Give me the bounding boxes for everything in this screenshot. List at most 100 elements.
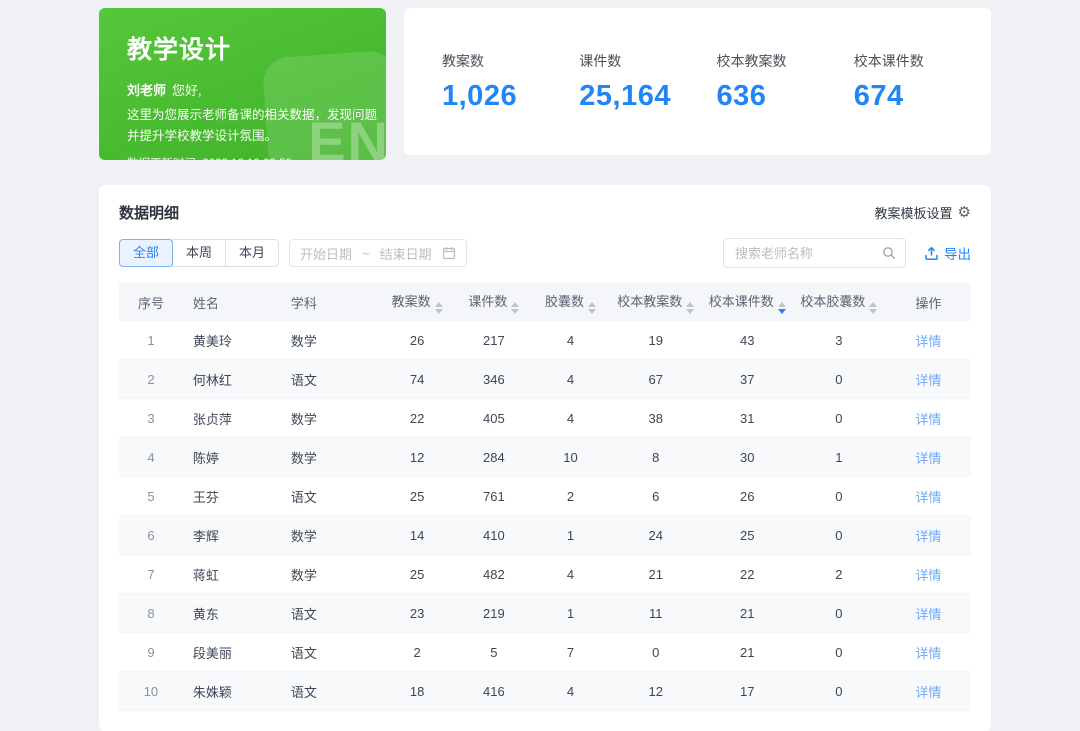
table-cell: 284 [456,438,533,477]
table-cell: 26 [379,321,456,360]
table-cell: 21 [703,633,792,672]
column-header: 姓名 [183,283,281,321]
detail-link[interactable]: 详情 [915,451,941,466]
template-settings-label: 教案模板设置 [875,203,953,222]
export-button[interactable]: 导出 [924,243,971,263]
table-cell: 5 [119,477,183,516]
table-cell: 761 [456,477,533,516]
time-filter-group: 全部 本周 本月 [119,239,279,267]
table-cell: 8 [609,438,703,477]
table-cell: 0 [792,360,886,399]
stat-label: 教案数 [442,51,579,71]
column-header[interactable]: 校本课件数 [703,283,792,321]
column-header[interactable]: 课件数 [456,283,533,321]
column-header[interactable]: 教案数 [379,283,456,321]
detail-link[interactable]: 详情 [915,373,941,388]
detail-link[interactable]: 详情 [915,646,941,661]
table-cell: 416 [456,672,533,711]
table-cell: 24 [609,516,703,555]
table-cell: 何林红 [183,360,281,399]
start-date-placeholder: 开始日期 [300,244,352,263]
table-cell: 0 [792,594,886,633]
table-cell: 数学 [281,516,379,555]
column-header[interactable]: 校本教案数 [609,283,703,321]
date-separator: ~ [362,246,370,261]
filter-tab-week[interactable]: 本周 [172,239,226,267]
stat-value: 25,164 [579,80,716,113]
action-cell: 详情 [886,438,971,477]
greeting-name: 刘老师 [127,83,166,98]
table-cell: 2 [119,360,183,399]
table-row: 7蒋虹数学25482421222详情 [119,555,971,594]
table-cell: 0 [792,477,886,516]
panel-header: 数据明细 教案模板设置 ⚙ [119,202,971,223]
action-cell: 详情 [886,672,971,711]
table-row: 4陈婷数学12284108301详情 [119,438,971,477]
table-cell: 18 [379,672,456,711]
table-cell: 30 [703,438,792,477]
filter-tab-month[interactable]: 本月 [225,239,279,267]
table-cell: 0 [609,633,703,672]
table-cell: 朱姝颖 [183,672,281,711]
table-header-row: 序号姓名学科教案数课件数胶囊数校本教案数校本课件数校本胶囊数操作 [119,283,971,321]
table-row: 8黄东语文23219111210详情 [119,594,971,633]
table-cell: 25 [703,516,792,555]
table-cell: 67 [609,360,703,399]
template-settings-button[interactable]: 教案模板设置 ⚙ [875,203,971,222]
table-cell: 语文 [281,360,379,399]
table-cell: 数学 [281,321,379,360]
table-row: 10朱姝颖语文18416412170详情 [119,672,971,711]
table-cell: 1 [792,438,886,477]
column-header[interactable]: 胶囊数 [532,283,609,321]
table-cell: 22 [703,555,792,594]
export-icon [924,246,939,261]
sort-icon [435,302,443,314]
table-cell: 21 [703,594,792,633]
table-cell: 黄美玲 [183,321,281,360]
table-cell: 17 [703,672,792,711]
table-cell: 1 [119,321,183,360]
detail-link[interactable]: 详情 [915,412,941,427]
data-updated-time: 数据更新时间: 2023.12.19 23:59 [127,155,364,160]
date-range-picker[interactable]: 开始日期 ~ 结束日期 [289,239,467,267]
table-cell: 10 [119,672,183,711]
table-cell: 74 [379,360,456,399]
table-cell: 43 [703,321,792,360]
table-cell: 0 [792,516,886,555]
table-cell: 陈婷 [183,438,281,477]
teacher-data-table: 序号姓名学科教案数课件数胶囊数校本教案数校本课件数校本胶囊数操作 1黄美玲数学2… [119,283,971,711]
filter-tab-all[interactable]: 全部 [119,239,173,267]
column-header[interactable]: 校本胶囊数 [792,283,886,321]
detail-link[interactable]: 详情 [915,568,941,583]
detail-link[interactable]: 详情 [915,607,941,622]
table-cell: 482 [456,555,533,594]
table-cell: 19 [609,321,703,360]
table-cell: 蒋虹 [183,555,281,594]
table-body: 1黄美玲数学26217419433详情2何林红语文74346467370详情3张… [119,321,971,711]
column-header: 操作 [886,283,971,321]
table-cell: 2 [792,555,886,594]
stat-value: 674 [854,80,991,113]
table-cell: 4 [532,321,609,360]
stat-lesson-plans: 教案数 1,026 [442,51,579,113]
table-cell: 4 [119,438,183,477]
table-cell: 38 [609,399,703,438]
table-cell: 王芬 [183,477,281,516]
detail-link[interactable]: 详情 [915,685,941,700]
calendar-icon [442,246,456,260]
table-cell: 4 [532,399,609,438]
table-cell: 12 [609,672,703,711]
detail-link[interactable]: 详情 [915,490,941,505]
action-cell: 详情 [886,633,971,672]
table-cell: 31 [703,399,792,438]
action-cell: 详情 [886,594,971,633]
detail-link[interactable]: 详情 [915,529,941,544]
action-cell: 详情 [886,360,971,399]
detail-link[interactable]: 详情 [915,334,941,349]
search-input[interactable] [733,245,882,262]
table-cell: 张贞萍 [183,399,281,438]
sort-icon [869,302,877,314]
table-cell: 数学 [281,438,379,477]
sort-icon [778,302,786,314]
table-cell: 4 [532,360,609,399]
